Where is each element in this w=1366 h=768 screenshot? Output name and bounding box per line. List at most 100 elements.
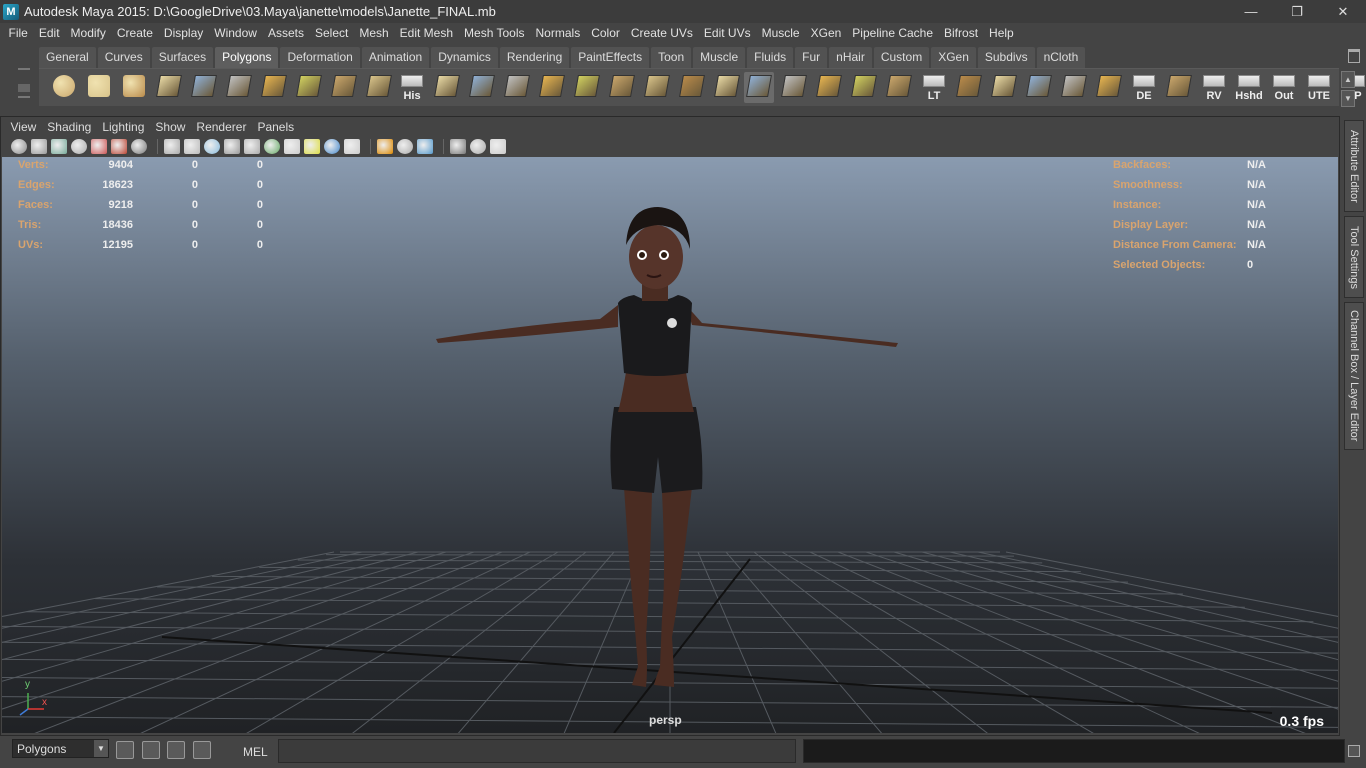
- lattice-icon[interactable]: [779, 72, 809, 103]
- move-manip-icon[interactable]: [814, 72, 844, 103]
- shelf-tab-ncloth[interactable]: nCloth: [1036, 47, 1086, 68]
- sculpt-tool-icon[interactable]: [744, 72, 774, 103]
- snap-toggle-icon[interactable]: [116, 741, 134, 759]
- shelf-tab-polygons[interactable]: Polygons: [215, 47, 279, 68]
- film-gate-icon[interactable]: [470, 138, 486, 154]
- tab-attribute-editor[interactable]: Attribute Editor: [1344, 120, 1364, 212]
- xray-active-icon[interactable]: [417, 138, 433, 154]
- menu-color[interactable]: Color: [586, 26, 626, 40]
- shadows-icon[interactable]: [284, 138, 300, 154]
- uv-map-icon-4[interactable]: [1059, 72, 1089, 103]
- smooth-shade-icon[interactable]: [184, 138, 200, 154]
- poly-plane-icon[interactable]: [189, 72, 219, 103]
- poly-cube-icon[interactable]: [84, 72, 114, 103]
- uv-map-icon-2[interactable]: [989, 72, 1019, 103]
- wedge-icon[interactable]: [677, 72, 707, 103]
- shelf-tab-xgen[interactable]: XGen: [931, 47, 976, 68]
- shelf-tab-rendering[interactable]: Rendering: [499, 47, 570, 68]
- grid-toggle-icon[interactable]: [91, 138, 107, 154]
- ambient-occlusion-icon[interactable]: [304, 138, 320, 154]
- soft-modification-icon[interactable]: [712, 72, 742, 103]
- outliner-icon[interactable]: [167, 741, 185, 759]
- menu-mesh[interactable]: Mesh: [354, 26, 394, 40]
- resolution-gate-icon[interactable]: [450, 138, 466, 154]
- restore-icon[interactable]: ❐: [1274, 0, 1320, 23]
- menu-modify[interactable]: Modify: [65, 26, 111, 40]
- menu-xgen[interactable]: XGen: [805, 26, 847, 40]
- safe-title-icon[interactable]: [490, 138, 506, 154]
- wireframe-icon[interactable]: [164, 138, 180, 154]
- panel-menu-lighting[interactable]: Lighting: [97, 120, 150, 134]
- select-camera-icon[interactable]: [11, 138, 27, 154]
- ute-icon[interactable]: UTE: [1304, 72, 1334, 103]
- flat-shade-icon[interactable]: [204, 138, 220, 154]
- command-input[interactable]: [278, 739, 796, 763]
- shelf-scroll[interactable]: ▲ ▼: [1341, 71, 1355, 107]
- poly-pyramid-icon[interactable]: [259, 72, 289, 103]
- menu-help[interactable]: Help: [984, 26, 1020, 40]
- isolate-select-icon[interactable]: [377, 138, 393, 154]
- hypershade-icon[interactable]: [193, 741, 211, 759]
- close-icon[interactable]: ✕: [1320, 0, 1366, 23]
- hshd-icon[interactable]: Hshd: [1234, 72, 1264, 103]
- out-icon[interactable]: Out: [1269, 72, 1299, 103]
- split-icon[interactable]: [537, 72, 567, 103]
- bevel-icon[interactable]: [607, 72, 637, 103]
- menu-muscle[interactable]: Muscle: [756, 26, 805, 40]
- menu-window[interactable]: Window: [209, 26, 263, 40]
- panel-menu-panels[interactable]: Panels: [252, 120, 300, 134]
- bridge-icon[interactable]: [467, 72, 497, 103]
- shelf-tab-deformation[interactable]: Deformation: [280, 47, 360, 68]
- menu-select[interactable]: Select: [309, 26, 353, 40]
- history-icon[interactable]: His: [397, 72, 427, 103]
- menu-edit[interactable]: Edit: [33, 26, 65, 40]
- extrude-icon[interactable]: [432, 72, 462, 103]
- menu-mesh-tools[interactable]: Mesh Tools: [459, 26, 530, 40]
- viewport-3d[interactable]: Verts: 9404 0 0 Edges: 18623 0 0 Faces: 9218 0 0 Tri…: [2, 157, 1338, 733]
- trash-icon[interactable]: [1348, 49, 1360, 63]
- shelf-tab-fur[interactable]: Fur: [795, 47, 828, 68]
- shelf-tab-fluids[interactable]: Fluids: [747, 47, 794, 68]
- menu-file[interactable]: File: [3, 26, 33, 40]
- panel-menu-renderer[interactable]: Renderer: [191, 120, 252, 134]
- menu-create[interactable]: Create: [111, 26, 158, 40]
- shelf-tab-general[interactable]: General: [39, 47, 96, 68]
- merge-icon[interactable]: [642, 72, 672, 103]
- uv-map-icon-6[interactable]: [1164, 72, 1194, 103]
- panel-menu-show[interactable]: Show: [150, 120, 191, 134]
- uv-map-icon-1[interactable]: [954, 72, 984, 103]
- insert-edgeloop-icon[interactable]: [572, 72, 602, 103]
- shelf-tab-surfaces[interactable]: Surfaces: [151, 47, 214, 68]
- script-editor-icon[interactable]: [1348, 745, 1360, 757]
- shelf-tab-custom[interactable]: Custom: [873, 47, 930, 68]
- panel-menu-shading[interactable]: Shading: [42, 120, 97, 134]
- poly-pipe-icon[interactable]: [294, 72, 324, 103]
- bookmarks-icon[interactable]: [51, 138, 67, 154]
- shelf-tab-toon[interactable]: Toon: [651, 47, 692, 68]
- append-polygon-icon[interactable]: [364, 72, 394, 103]
- xray-joints-icon[interactable]: [397, 138, 413, 154]
- panel-menu-view[interactable]: View: [5, 120, 42, 134]
- camera-attributes-icon[interactable]: [31, 138, 47, 154]
- open-render-view-icon[interactable]: [142, 741, 160, 759]
- menu-create-uvs[interactable]: Create UVs: [625, 26, 698, 40]
- tab-channel-box[interactable]: Channel Box / Layer Editor: [1344, 302, 1364, 450]
- poly-cylinder-icon[interactable]: [119, 72, 149, 103]
- menu-normals[interactable]: Normals: [530, 26, 586, 40]
- shelf-tab-muscle[interactable]: Muscle: [693, 47, 746, 68]
- de-icon[interactable]: DE: [1129, 72, 1159, 103]
- create-polygon-icon[interactable]: [329, 72, 359, 103]
- uv-map-icon-5[interactable]: [1094, 72, 1124, 103]
- uv-map-icon-3[interactable]: [1024, 72, 1054, 103]
- tab-tool-settings[interactable]: Tool Settings: [1344, 216, 1364, 298]
- shelf-tab-dynamics[interactable]: Dynamics: [431, 47, 498, 68]
- menu-pipeline-cache[interactable]: Pipeline Cache: [847, 26, 939, 40]
- menu-bifrost[interactable]: Bifrost: [939, 26, 984, 40]
- two-d-pan-icon[interactable]: [111, 138, 127, 154]
- shelf-tab-animation[interactable]: Animation: [361, 47, 430, 68]
- rv-icon[interactable]: RV: [1199, 72, 1229, 103]
- shelf-tab-subdivs[interactable]: Subdivs: [977, 47, 1035, 68]
- poly-torus-icon[interactable]: [224, 72, 254, 103]
- poly-cone-icon[interactable]: [154, 72, 184, 103]
- minimize-icon[interactable]: —: [1228, 0, 1274, 23]
